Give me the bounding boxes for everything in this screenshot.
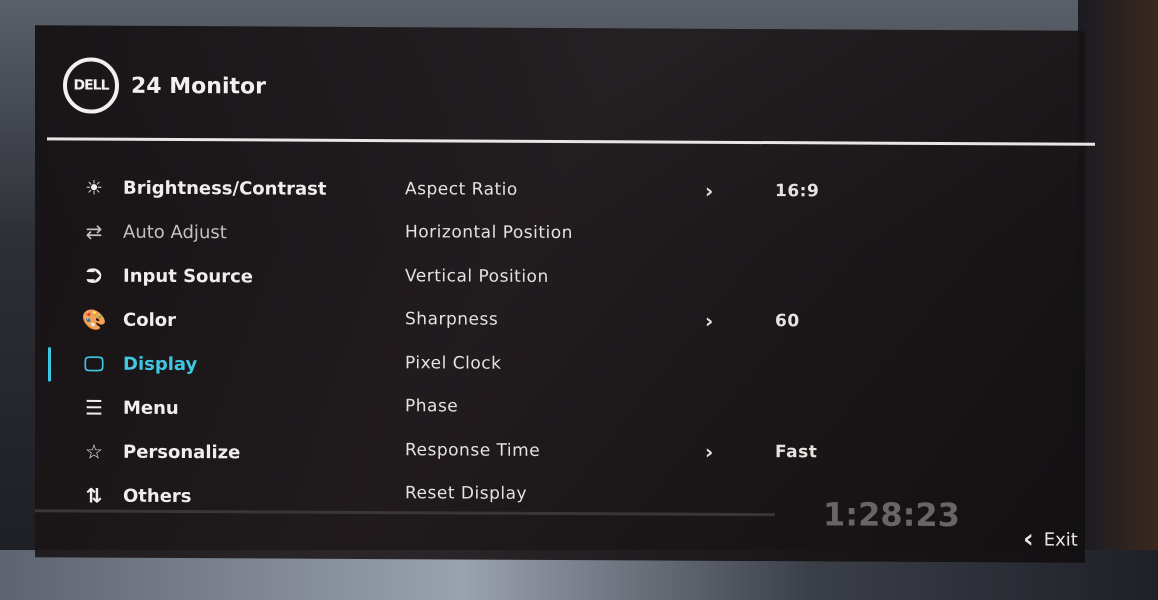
star-icon: ☆ bbox=[85, 439, 103, 464]
chevron-right-icon: › bbox=[705, 439, 714, 464]
dell-logo: DELL bbox=[63, 57, 119, 114]
sidebar-item-input-source[interactable]: ⮊ Input Source bbox=[35, 253, 395, 299]
palette-icon: 🎨 bbox=[81, 307, 107, 332]
sidebar-nav: ☀ Brightness/Contrast ⇄ Auto Adjust ⮊ Input… bbox=[35, 165, 395, 519]
sidebar-item-label: Display bbox=[123, 353, 198, 375]
option-value: 16:9 bbox=[775, 180, 820, 202]
option-pixel-clock[interactable]: Pixel Clock bbox=[405, 341, 845, 387]
osd-header: DELL 24 Monitor bbox=[63, 57, 266, 114]
sidebar-item-menu[interactable]: ☰ Menu bbox=[35, 385, 395, 431]
sidebar-item-label: Color bbox=[123, 309, 176, 331]
sidebar-item-label: Input Source bbox=[123, 265, 253, 287]
option-label: Aspect Ratio bbox=[405, 178, 518, 200]
option-label: Pixel Clock bbox=[405, 352, 502, 374]
swap-arrows-icon: ⇄ bbox=[85, 219, 103, 244]
header-divider bbox=[47, 137, 1095, 146]
option-label: Reset Display bbox=[405, 483, 528, 505]
sidebar-item-brightness-contrast[interactable]: ☀ Brightness/Contrast bbox=[35, 165, 395, 211]
sidebar-item-label: Brightness/Contrast bbox=[123, 177, 327, 200]
page-title: 24 Monitor bbox=[131, 73, 266, 99]
option-phase[interactable]: Phase bbox=[405, 385, 845, 431]
option-value: Fast bbox=[775, 441, 818, 463]
menu-list-icon: ☰ bbox=[85, 395, 103, 420]
monitor-icon: 🖵 bbox=[84, 351, 104, 376]
option-label: Response Time bbox=[405, 439, 541, 461]
others-icon: ⇅ bbox=[85, 483, 103, 508]
sidebar-item-label: Others bbox=[123, 485, 192, 507]
option-sharpness[interactable]: Sharpness › 60 bbox=[405, 298, 845, 344]
sidebar-item-display[interactable]: 🖵 Display bbox=[35, 341, 395, 387]
sidebar-item-auto-adjust[interactable]: ⇄ Auto Adjust bbox=[35, 209, 395, 255]
option-label: Phase bbox=[405, 396, 459, 417]
option-aspect-ratio[interactable]: Aspect Ratio › 16:9 bbox=[405, 167, 845, 213]
exit-label: Exit bbox=[1043, 529, 1078, 551]
sidebar-item-personalize[interactable]: ☆ Personalize bbox=[35, 429, 395, 475]
display-options: Aspect Ratio › 16:9 Horizontal Position Ve… bbox=[405, 167, 845, 517]
option-label: Sharpness bbox=[405, 309, 499, 330]
option-vertical-position[interactable]: Vertical Position bbox=[405, 254, 845, 300]
option-value: 60 bbox=[775, 311, 800, 332]
option-label: Vertical Position bbox=[405, 265, 549, 287]
chevron-right-icon: › bbox=[705, 178, 714, 203]
chevron-left-icon: ‹ bbox=[1023, 524, 1034, 555]
option-horizontal-position[interactable]: Horizontal Position bbox=[405, 211, 845, 257]
option-label: Horizontal Position bbox=[405, 222, 573, 244]
background-photo-edge bbox=[1078, 0, 1158, 600]
sidebar-item-label: Menu bbox=[123, 397, 179, 419]
sun-icon: ☀ bbox=[85, 175, 103, 200]
sidebar-item-color[interactable]: 🎨 Color bbox=[35, 297, 395, 343]
option-response-time[interactable]: Response Time › Fast bbox=[405, 428, 845, 474]
osd-panel: DELL 24 Monitor ☀ Brightness/Contrast ⇄ Au… bbox=[35, 25, 1095, 563]
sidebar-item-label: Auto Adjust bbox=[123, 221, 227, 243]
chevron-right-icon: › bbox=[705, 309, 714, 334]
sidebar-item-label: Personalize bbox=[123, 441, 241, 463]
timer: 1:28:23 bbox=[823, 495, 960, 535]
exit-button[interactable]: ‹ Exit bbox=[1023, 524, 1078, 554]
input-icon: ⮊ bbox=[86, 263, 102, 288]
